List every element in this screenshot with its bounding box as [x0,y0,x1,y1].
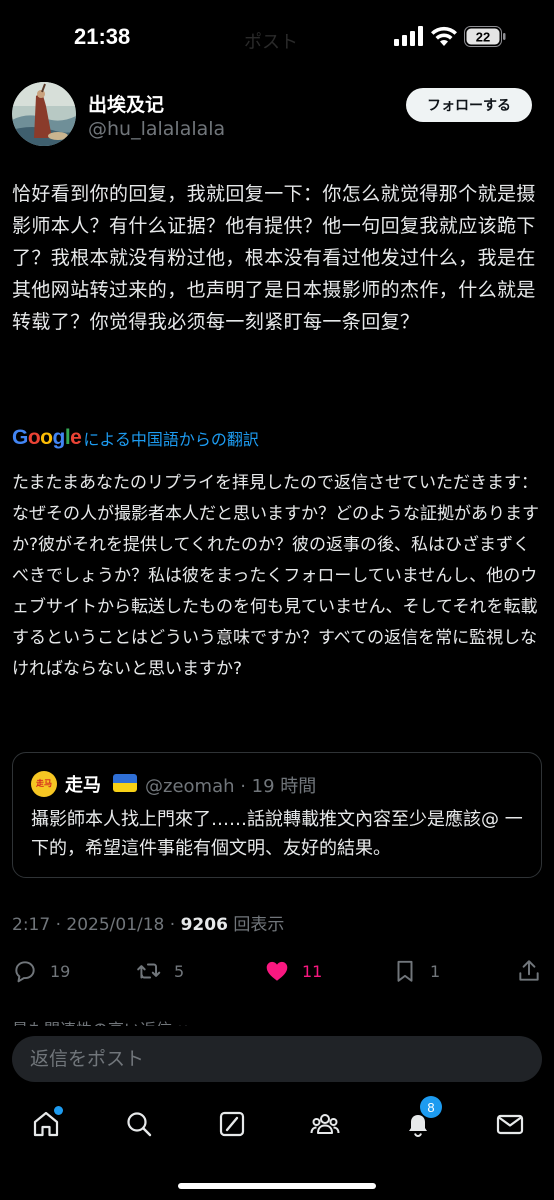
like-count: 11 [302,961,323,981]
ukraine-flag-icon [113,774,137,792]
tab-communities[interactable] [309,1108,341,1140]
cellular-signal-icon [394,26,423,46]
home-indicator[interactable] [178,1183,376,1189]
translation-attribution[interactable]: Google による中国語からの翻訳 [12,424,259,452]
views-count: 9206 [180,915,228,935]
replies-sort-peek: 最も関連性の高い返信 ∨ [12,1016,189,1026]
repost-action[interactable]: 5 [136,958,184,984]
avatar-image [12,82,76,146]
views-label: 回表示 [227,915,285,935]
bookmark-action[interactable]: 1 [392,958,440,984]
battery-icon: 22 [464,26,506,47]
quote-avatar: 走马 [31,771,57,797]
like-action[interactable]: 11 [264,958,322,984]
reply-input[interactable] [12,1036,542,1082]
author-display-name[interactable]: 出埃及记 [88,90,164,117]
follow-button[interactable]: フォローする [406,88,532,122]
status-bar: 21:38 ポスト 22 [0,0,554,74]
tab-notifications[interactable]: 8 [402,1096,442,1140]
wifi-icon [431,26,457,46]
bottom-area: 8 [0,1026,554,1200]
action-bar: 19 5 11 1 [0,950,554,994]
post-timestamp[interactable]: 2:17 · 2025/01/18 · [12,915,181,935]
tab-home[interactable] [30,1106,63,1140]
reply-icon [15,961,35,983]
bookmark-count: 1 [430,961,441,981]
post-text: 恰好看到你的回复，我就回复一下：你怎么就觉得那个就是摄影师本人？有什么证据？他有… [12,183,536,333]
author-avatar[interactable] [12,82,76,146]
communities-icon [310,1114,340,1134]
tab-search[interactable] [123,1108,155,1140]
reply-action[interactable]: 19 [12,958,70,984]
repost-count: 5 [174,961,185,981]
google-logo: Google [12,426,82,449]
bookmark-icon [397,960,413,982]
heart-icon [266,961,288,981]
tab-messages[interactable] [494,1108,526,1140]
grok-icon [219,1111,245,1137]
share-action[interactable] [516,958,542,984]
status-time: 21:38 [74,24,131,49]
quoted-post[interactable]: 走马 走马 @zeomah · 19 時間 攝影師本人找上門來了……話說轉載推文… [12,752,542,878]
mail-icon [496,1114,524,1135]
quote-text: 攝影師本人找上門來了……話說轉載推文內容至少是應該@ 一下的，希望這件事能有個文… [31,809,523,859]
post-timestamp-row: 2:17 · 2025/01/18 · 9206 回表示 [12,910,284,935]
repost-icon [137,963,161,979]
reply-count: 19 [50,961,71,981]
home-unread-dot [54,1106,63,1115]
ghost-title: ポスト [244,32,298,53]
share-icon [519,960,539,981]
translated-text: たまたまあなたのリプライを拝見したので返信させていただきます：なぜその人が撮影者… [12,473,539,679]
tab-bar: 8 [0,1096,554,1154]
post-header: 出埃及记 @hu_lalalalala フォローする [0,74,554,164]
translation-label[interactable]: による中国語からの翻訳 [83,426,259,450]
search-icon [127,1112,152,1137]
tab-grok[interactable] [216,1108,248,1140]
quote-author-name: 走马 [65,775,101,796]
battery-level: 22 [476,30,490,45]
notifications-badge: 8 [420,1096,442,1118]
author-handle[interactable]: @hu_lalalalala [88,118,225,140]
quote-handle-time: @zeomah · 19 時間 [145,776,317,797]
